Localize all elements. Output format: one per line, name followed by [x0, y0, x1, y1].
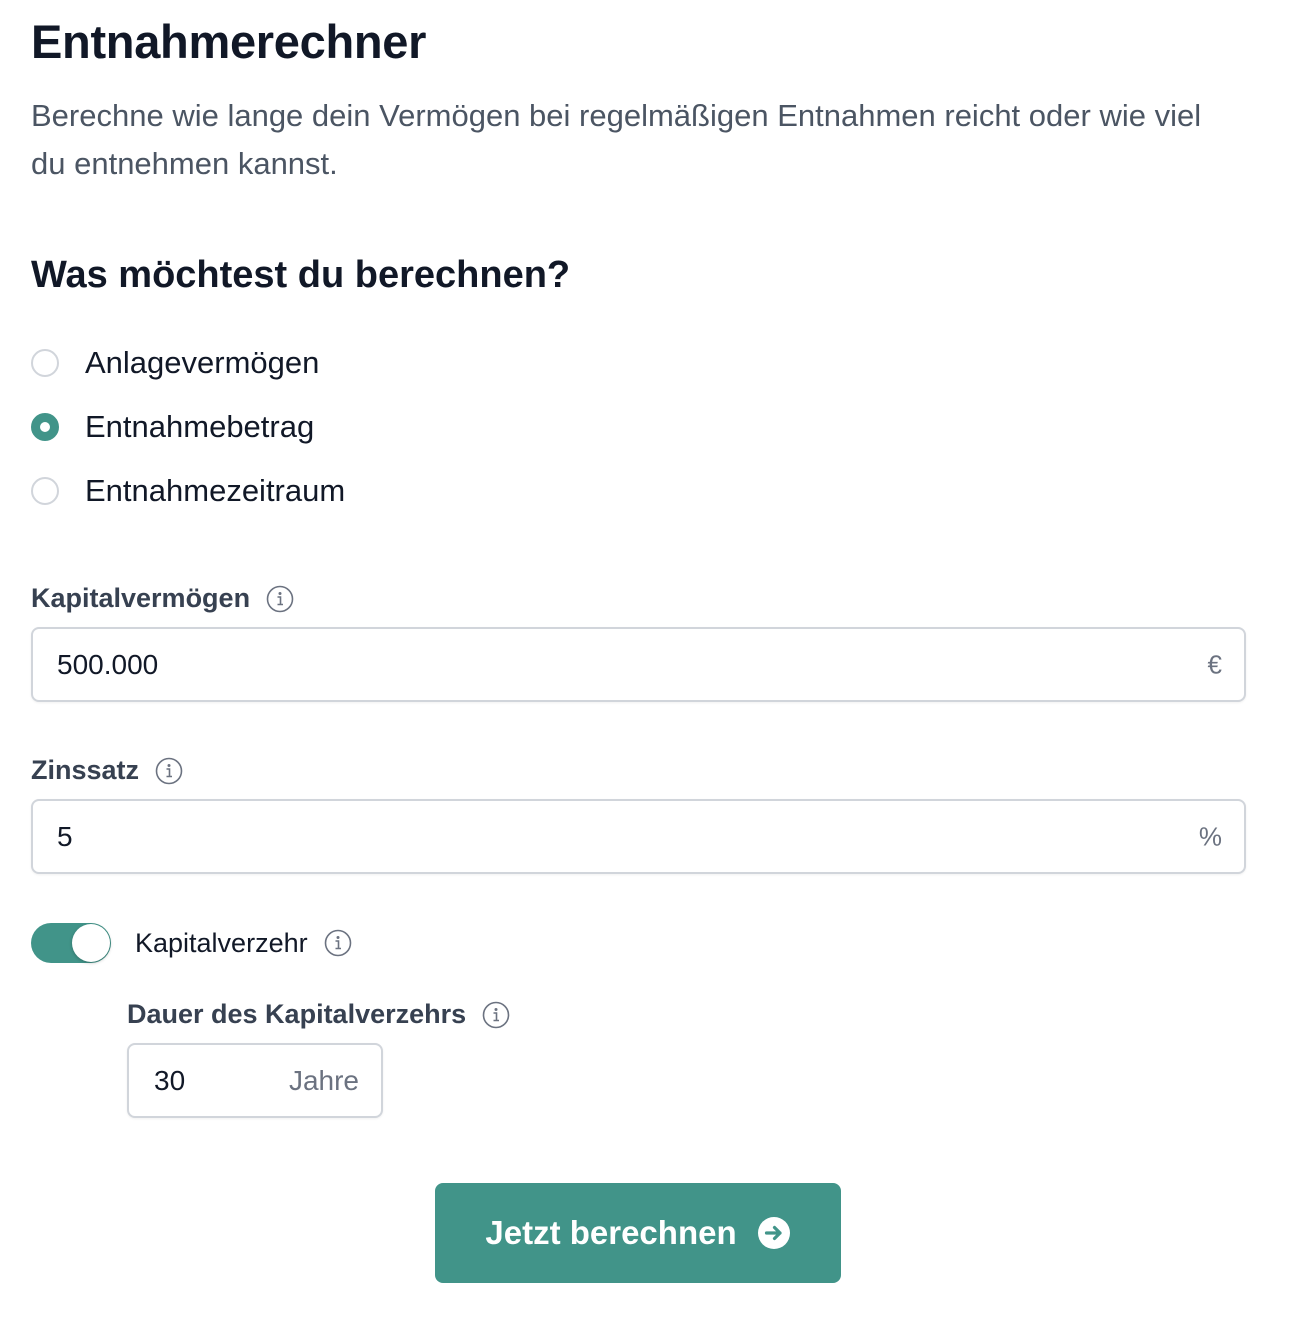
radio-option-anlagevermoegen[interactable]: Anlagevermögen: [31, 341, 319, 385]
radio-button-unchecked[interactable]: [31, 349, 59, 377]
interest-input[interactable]: [33, 801, 1244, 872]
toggle-knob: [72, 924, 110, 962]
info-icon[interactable]: [482, 1001, 510, 1029]
calculation-question: Was möchtest du berechnen?: [31, 254, 571, 296]
calculate-button-label: Jetzt berechnen: [485, 1214, 737, 1251]
currency-unit: €: [1207, 649, 1222, 679]
capital-consumption-label-text: Kapitalverzehr: [135, 927, 308, 958]
duration-label: Dauer des Kapitalverzehrs: [127, 999, 510, 1030]
radio-button-checked[interactable]: [31, 413, 59, 441]
interest-field[interactable]: %: [31, 799, 1246, 874]
interest-label-text: Zinssatz: [31, 755, 140, 785]
capital-consumption-label: Kapitalverzehr: [135, 923, 352, 963]
info-icon[interactable]: [266, 585, 294, 613]
page-title: Entnahmerechner: [31, 15, 427, 68]
duration-field[interactable]: Jahre: [127, 1043, 383, 1118]
radio-option-entnahmezeitraum[interactable]: Entnahmezeitraum: [31, 469, 345, 513]
capital-label: Kapitalvermögen: [31, 583, 294, 614]
duration-label-text: Dauer des Kapitalverzehrs: [127, 999, 467, 1029]
radio-label: Anlagevermögen: [85, 345, 320, 380]
capital-label-text: Kapitalvermögen: [31, 583, 251, 613]
capital-input[interactable]: [33, 629, 1244, 700]
radio-option-entnahmebetrag[interactable]: Entnahmebetrag: [31, 405, 314, 449]
radio-label: Entnahmezeitraum: [85, 473, 346, 508]
capital-field[interactable]: €: [31, 627, 1246, 702]
info-icon[interactable]: [324, 929, 352, 957]
page-intro: Berechne wie lange dein Vermögen bei reg…: [31, 98, 1202, 181]
arrow-right-circle-icon: [757, 1216, 791, 1250]
radio-label: Entnahmebetrag: [85, 409, 315, 444]
capital-consumption-toggle[interactable]: [31, 923, 111, 963]
radio-button-unchecked[interactable]: [31, 477, 59, 505]
info-icon[interactable]: [155, 757, 183, 785]
interest-label: Zinssatz: [31, 755, 183, 786]
calculate-button[interactable]: Jetzt berechnen: [435, 1183, 841, 1283]
percent-unit: %: [1198, 821, 1222, 851]
years-unit: Jahre: [288, 1064, 359, 1096]
